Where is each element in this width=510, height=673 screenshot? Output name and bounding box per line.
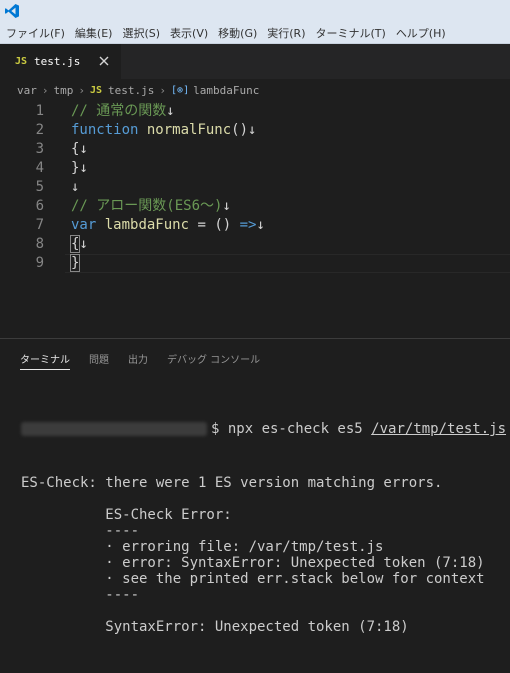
js-file-icon: JS [15, 56, 28, 67]
code-text: } [69, 254, 81, 273]
newline-marker: ↓ [166, 103, 175, 119]
breadcrumb-file[interactable]: test.js [108, 84, 154, 97]
breadcrumb: var › tmp › JS test.js › [⊚] lambdaFunc [0, 79, 510, 101]
newline-marker: ↓ [71, 179, 80, 195]
terminal-line: ES-Check: there were 1 ES version matchi… [21, 475, 443, 491]
line-number: 4 [35, 160, 44, 176]
terminal-line: · error: SyntaxError: Unexpected token (… [21, 555, 485, 571]
menu-edit[interactable]: 編集(E) [75, 25, 113, 41]
code-line: 6 // アロー関数(ES6～)↓ [0, 197, 510, 216]
line-number: 8 [35, 236, 44, 252]
bottom-panel: ターミナル 問題 出力 デバッグ コンソール $ npx es-check es… [0, 338, 510, 635]
newline-marker: ↓ [79, 141, 88, 157]
tab-problems[interactable]: 問題 [89, 351, 109, 369]
breadcrumb-var[interactable]: var [17, 84, 37, 97]
line-number: 6 [35, 198, 44, 214]
code-line: 5 ↓ [0, 178, 510, 197]
tab-test-js[interactable]: JS test.js [0, 44, 121, 79]
code-token: lambdaFunc [104, 217, 190, 233]
terminal-line: · erroring file: /var/tmp/test.js [21, 539, 384, 555]
tab-output[interactable]: 出力 [128, 351, 148, 369]
code-token: => [239, 217, 257, 233]
newline-marker: ↓ [79, 160, 88, 176]
chevron-right-icon: › [78, 83, 85, 97]
code-text: }↓ [71, 159, 88, 178]
code-token: // 通常の関数 [71, 103, 167, 119]
code-text: // 通常の関数↓ [71, 102, 175, 121]
terminal-output[interactable]: $ npx es-check es5 /var/tmp/test.js ES-C… [21, 383, 506, 673]
menu-terminal[interactable]: ターミナル(T) [316, 25, 386, 41]
code-token: } [69, 254, 81, 272]
code-line: 7 var lambdaFunc = () =>↓ [0, 216, 510, 235]
js-file-icon: JS [90, 84, 103, 96]
terminal-line: ES-Check Error: [21, 507, 232, 523]
code-text: // アロー関数(ES6～)↓ [71, 197, 231, 216]
redacted-prompt [21, 422, 207, 436]
menu-file[interactable]: ファイル(F) [6, 25, 65, 41]
terminal-command-line: $ npx es-check es5 /var/tmp/test.js [21, 421, 506, 437]
tab-label: test.js [34, 55, 81, 68]
chevron-right-icon: › [41, 83, 49, 97]
breadcrumb-symbol[interactable]: lambdaFunc [193, 84, 259, 97]
newline-marker: ↓ [79, 236, 88, 252]
newline-marker: ↓ [248, 122, 257, 138]
code-token: // アロー関数(ES6～) [71, 198, 223, 214]
terminal-file-link[interactable]: /var/tmp/test.js [371, 421, 506, 437]
terminal-line: ---- [21, 587, 140, 603]
code-text: {↓ [71, 140, 88, 159]
line-number: 9 [35, 255, 44, 271]
vscode-logo [5, 4, 19, 18]
code-line: 8 {↓ [0, 235, 510, 254]
newline-marker: ↓ [256, 217, 265, 233]
tab-debug-console[interactable]: デバッグ コンソール [167, 351, 260, 369]
newline-marker: ↓ [222, 198, 231, 214]
menu-help[interactable]: ヘルプ(H) [396, 25, 446, 41]
code-line: 1 // 通常の関数↓ [0, 102, 510, 121]
terminal-command: $ npx es-check es5 [211, 421, 372, 437]
code-text: var lambdaFunc = () =>↓ [71, 216, 265, 235]
code-line: 4 }↓ [0, 159, 510, 178]
panel-tabs: ターミナル 問題 出力 デバッグ コンソール [0, 347, 279, 373]
terminal-line: ---- [21, 523, 140, 539]
line-number: 7 [35, 217, 44, 233]
chevron-right-icon: › [159, 83, 167, 97]
code-text: ↓ [71, 178, 79, 197]
code-token: = () [189, 217, 240, 233]
code-text: function normalFunc()↓ [71, 121, 256, 140]
cube-icon: [⊚] [171, 84, 190, 96]
line-number: 5 [35, 179, 44, 195]
tab-terminal[interactable]: ターミナル [20, 351, 70, 370]
code-token: function [71, 122, 139, 138]
line-number: 3 [35, 141, 44, 157]
code-line: 9} [0, 254, 510, 273]
code-editor[interactable]: 1// 通常の関数↓ 2 function normalFunc()↓ 3 {↓ 4}↓ 5… [0, 102, 510, 338]
code-text: {↓ [69, 235, 88, 254]
code-token: () [231, 122, 249, 138]
code-token: var [71, 217, 97, 233]
editor-tab-bar: JS test.js [0, 44, 510, 79]
terminal-line: · see the printed err.stack below for co… [21, 571, 485, 587]
code-token: normalFunc [146, 122, 232, 138]
line-number: 2 [35, 122, 44, 138]
menu-bar: ファイル(F) 編集(E) 選択(S) 表示(V) 移動(G) 実行(R) ター… [0, 22, 510, 44]
code-line: 3 {↓ [0, 140, 510, 159]
line-number: 1 [35, 103, 44, 119]
breadcrumb-tmp[interactable]: tmp [54, 84, 74, 97]
menu-run[interactable]: 実行(R) [267, 25, 305, 41]
menu-selection[interactable]: 選択(S) [122, 25, 160, 41]
terminal-line: SyntaxError: Unexpected token (7:18) [21, 619, 409, 635]
menu-view[interactable]: 表示(V) [170, 25, 208, 41]
menu-go[interactable]: 移動(G) [218, 25, 257, 41]
close-icon[interactable] [97, 54, 111, 68]
code-line: 2 function normalFunc()↓ [0, 121, 510, 140]
title-bar [0, 0, 510, 22]
